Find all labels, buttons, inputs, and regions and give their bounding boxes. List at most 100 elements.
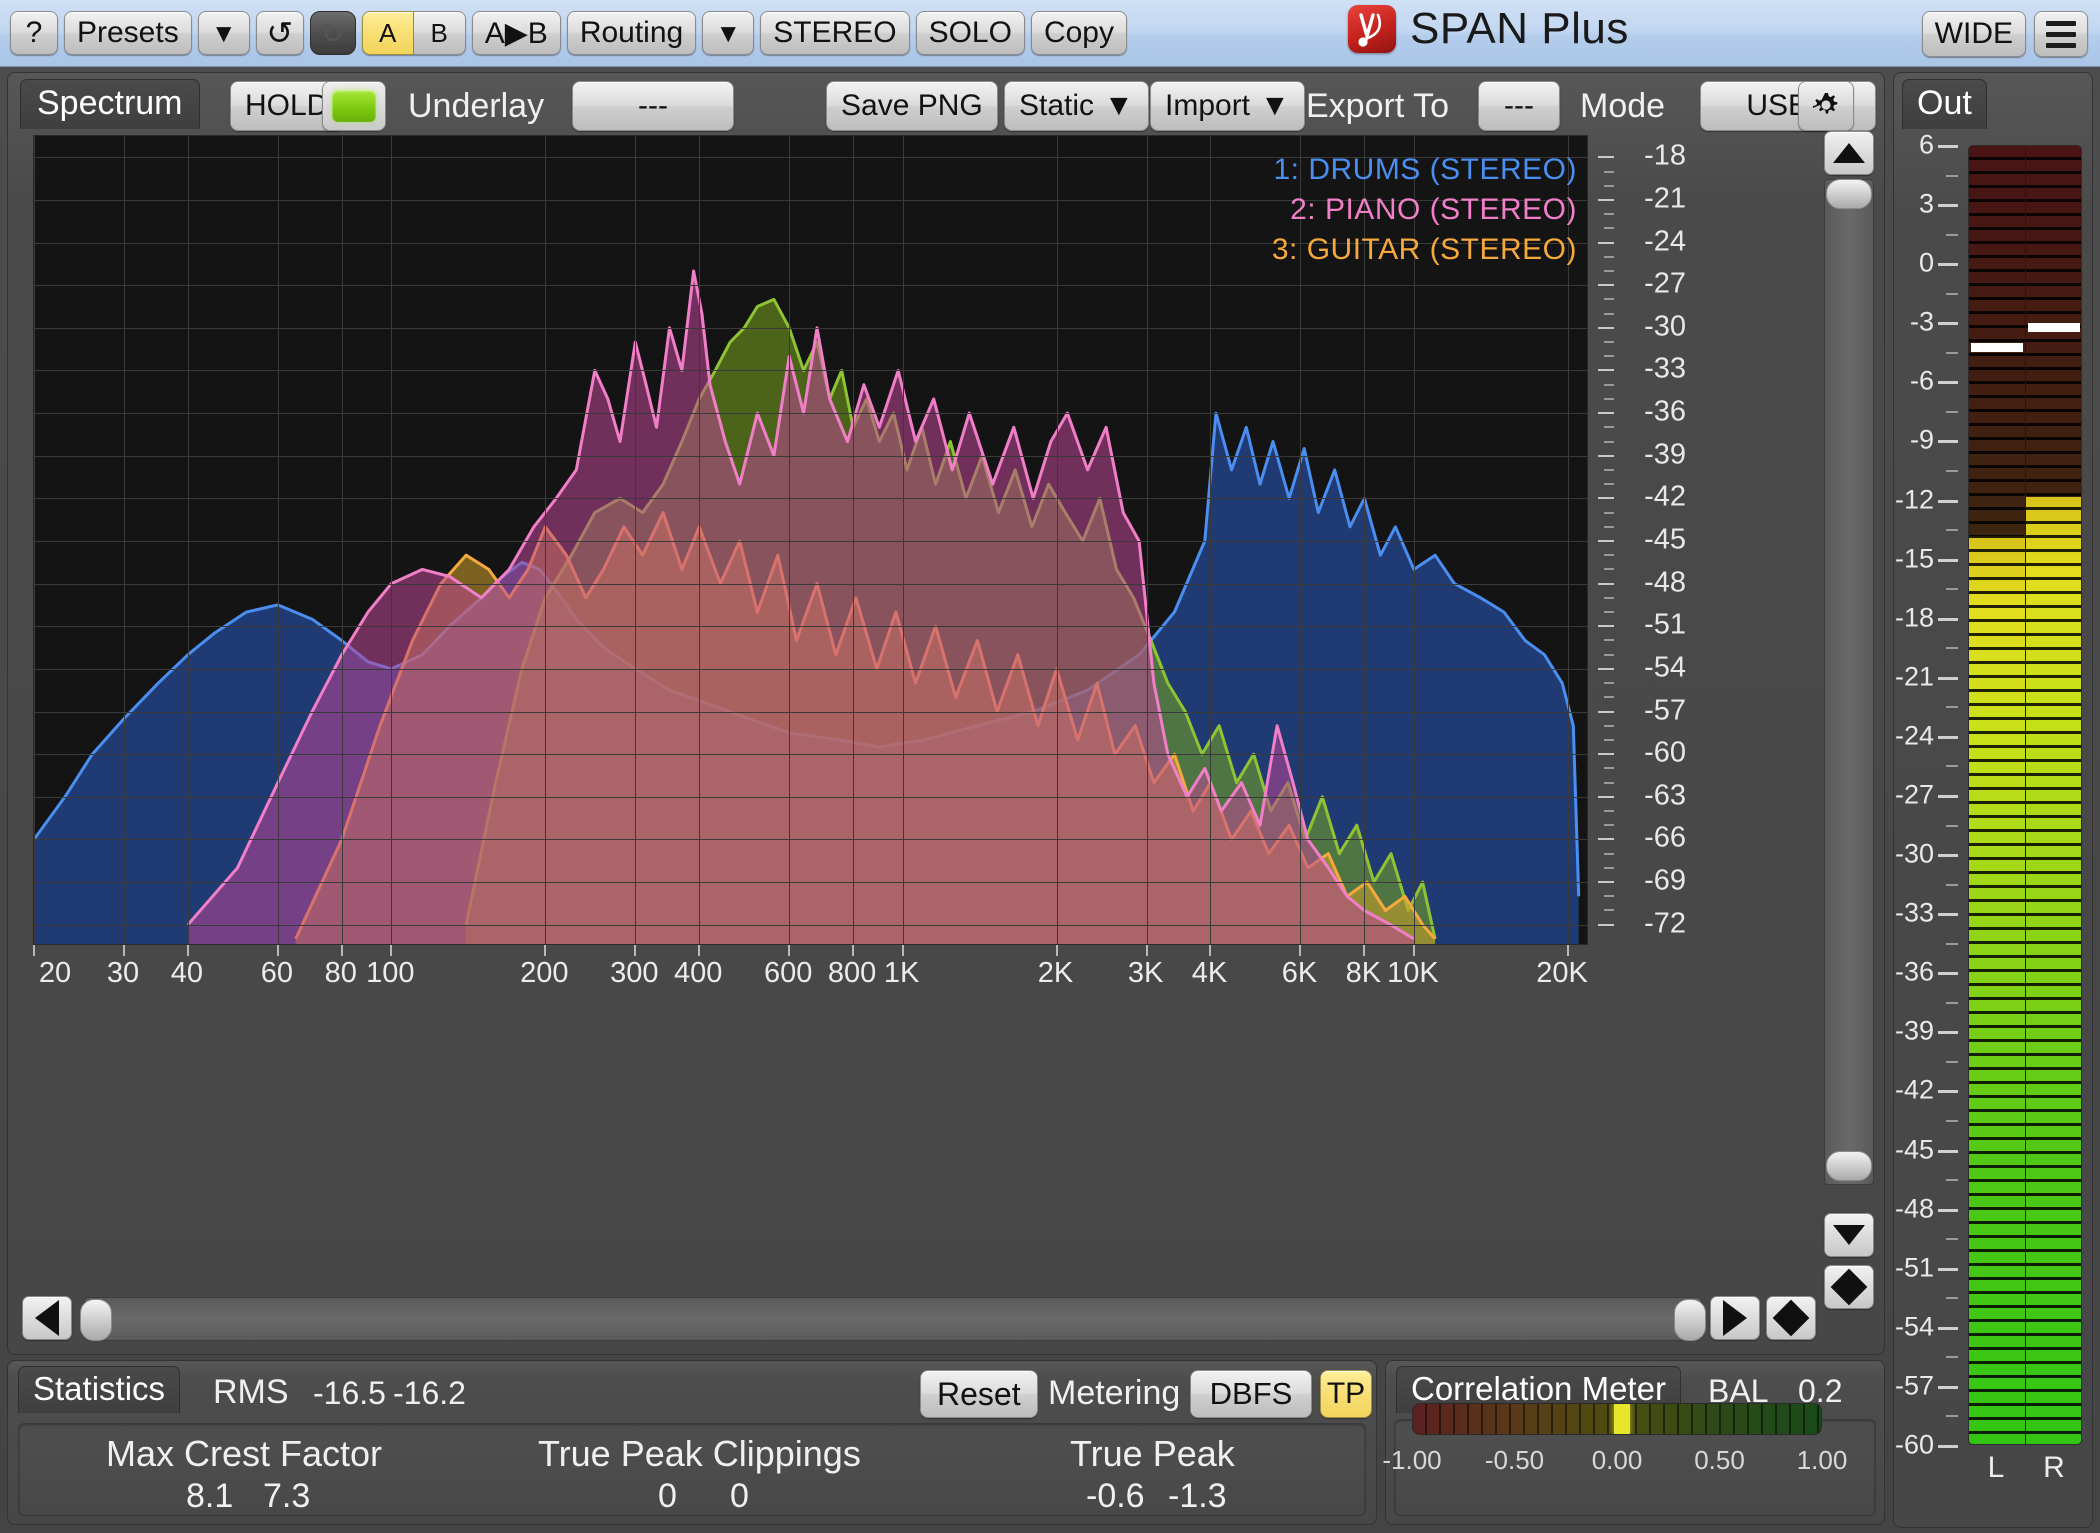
freq-tick bbox=[544, 945, 547, 956]
solo-button[interactable]: SOLO bbox=[915, 11, 1025, 55]
mode-label: Mode bbox=[1580, 87, 1666, 125]
gridline-vertical bbox=[789, 136, 791, 944]
freq-tick-label: 4K bbox=[1191, 957, 1228, 989]
save-png-button[interactable]: Save PNG bbox=[826, 81, 998, 131]
db-tick-label: -45 bbox=[1644, 523, 1686, 556]
presets-button[interactable]: Presets bbox=[64, 11, 192, 55]
help-button[interactable]: ? bbox=[10, 11, 58, 55]
freq-tick bbox=[1412, 945, 1415, 956]
legend-item-1: 1: DRUMS (STEREO) bbox=[1273, 153, 1577, 186]
export-to-select[interactable]: --- bbox=[1478, 81, 1560, 131]
reset-button[interactable]: Reset bbox=[920, 1370, 1038, 1418]
peak-hold-right bbox=[2028, 323, 2080, 333]
meter-tick-minor bbox=[1946, 824, 1958, 827]
undo-button[interactable]: ↺ bbox=[255, 11, 304, 55]
gridline-vertical bbox=[1210, 136, 1212, 944]
copy-button[interactable]: Copy bbox=[1030, 11, 1127, 55]
db-tick-minor bbox=[1604, 653, 1614, 656]
gridline-horizontal bbox=[34, 455, 1587, 457]
hscroll-thumb-left[interactable] bbox=[80, 1299, 112, 1341]
vertical-scrollbar[interactable] bbox=[1824, 131, 1874, 1313]
export-to-label: Export To bbox=[1306, 87, 1450, 125]
gridline-vertical bbox=[187, 136, 189, 944]
gridline-vertical bbox=[1056, 136, 1058, 944]
db-tick-minor bbox=[1604, 909, 1614, 912]
legend-item-2: 2: PIANO (STEREO) bbox=[1290, 192, 1577, 226]
db-tick-label: -21 bbox=[1644, 182, 1686, 215]
preset-a-button[interactable]: A bbox=[361, 11, 414, 55]
meter-tick-minor bbox=[1946, 706, 1958, 709]
hamburger-menu-icon[interactable] bbox=[2034, 11, 2088, 57]
db-tick bbox=[1598, 326, 1614, 329]
db-tick-minor bbox=[1604, 596, 1614, 599]
vscroll-thumb-top[interactable] bbox=[1826, 179, 1872, 209]
db-tick-label: -18 bbox=[1644, 139, 1686, 172]
legend-item-3: 3: GUITAR (STEREO) bbox=[1271, 232, 1577, 266]
tp-button[interactable]: TP bbox=[1320, 1370, 1372, 1418]
chevron-down-icon: ▼ bbox=[1104, 89, 1134, 122]
meter-tick-label: -48 bbox=[1894, 1193, 1934, 1224]
meter-tick-label: -18 bbox=[1894, 602, 1934, 633]
meter-tick-minor bbox=[1946, 1120, 1958, 1122]
meter-tick-minor bbox=[1946, 1297, 1958, 1300]
meter-tick-label: -24 bbox=[1894, 720, 1934, 751]
scroll-left-button[interactable] bbox=[22, 1296, 72, 1340]
stereo-button[interactable]: STEREO bbox=[760, 11, 910, 55]
horizontal-scrollbar[interactable] bbox=[22, 1294, 1872, 1346]
out-tab[interactable]: Out bbox=[1902, 79, 1987, 129]
meter-tick-minor bbox=[1946, 351, 1958, 354]
meter-tick-minor bbox=[1946, 883, 1958, 886]
presets-dropdown-arrow[interactable]: ▼ bbox=[197, 11, 250, 55]
routing-dropdown-arrow[interactable]: ▼ bbox=[702, 11, 755, 55]
scroll-up-button[interactable] bbox=[1824, 131, 1874, 175]
freq-tick bbox=[1299, 945, 1302, 956]
scroll-right-button[interactable] bbox=[1710, 1296, 1760, 1340]
static-dropdown[interactable]: Static ▼ bbox=[1004, 81, 1149, 131]
statistics-panel: Statistics RMS -16.5 -16.2 Reset Meterin… bbox=[7, 1360, 1377, 1525]
db-tick-minor bbox=[1604, 341, 1614, 344]
meter-channel-right bbox=[2026, 146, 2081, 1444]
gear-icon[interactable] bbox=[1798, 81, 1854, 131]
redo-button[interactable]: ↻ bbox=[309, 11, 356, 55]
meter-tick-label: -54 bbox=[1894, 1311, 1934, 1342]
db-tick-minor bbox=[1604, 227, 1614, 230]
copy-a-to-b-button[interactable]: A▶B bbox=[471, 11, 561, 55]
db-tick-minor bbox=[1604, 426, 1614, 429]
hscroll-track[interactable] bbox=[84, 1297, 1702, 1341]
meter-tick bbox=[1938, 676, 1958, 680]
vscroll-track[interactable] bbox=[1824, 179, 1874, 1185]
wide-button[interactable]: WIDE bbox=[1921, 11, 2026, 57]
hscroll-thumb-right[interactable] bbox=[1674, 1299, 1706, 1341]
import-dropdown[interactable]: Import ▼ bbox=[1150, 81, 1305, 131]
meter-tick bbox=[1938, 499, 1958, 503]
gridline-horizontal bbox=[34, 583, 1587, 585]
gridline-horizontal bbox=[34, 413, 1587, 415]
spectrum-chart[interactable]: 1: DRUMS (STEREO) 2: PIANO (STEREO) 3: GUI… bbox=[33, 135, 1588, 945]
gridline-vertical bbox=[699, 136, 701, 944]
db-tick-minor bbox=[1604, 170, 1614, 173]
freq-tick-label: 400 bbox=[673, 957, 723, 989]
freq-tick-label: 1K bbox=[883, 957, 920, 989]
routing-button[interactable]: Routing bbox=[566, 11, 697, 55]
spectrum-enable-lamp[interactable] bbox=[322, 81, 386, 131]
meter-channel-left bbox=[1969, 146, 2025, 1444]
meter-tick bbox=[1938, 1149, 1958, 1153]
db-tick-label: -63 bbox=[1644, 779, 1686, 812]
meter-tick bbox=[1938, 854, 1958, 858]
vscroll-thumb-bottom[interactable] bbox=[1826, 1151, 1872, 1181]
metering-label: Metering bbox=[1048, 1374, 1181, 1412]
titlebar-left-group: ? Presets ▼ ↺ ↻ A B A▶B Routing ▼ STEREO… bbox=[0, 11, 1127, 55]
statistics-tab[interactable]: Statistics bbox=[18, 1366, 181, 1413]
meter-tick-minor bbox=[1946, 529, 1958, 532]
dbfs-button[interactable]: DBFS bbox=[1190, 1370, 1312, 1418]
scroll-down-button[interactable] bbox=[1824, 1213, 1874, 1257]
rms-label: RMS bbox=[213, 1373, 289, 1411]
freq-tick bbox=[276, 945, 279, 956]
underlay-select[interactable]: --- bbox=[572, 81, 734, 131]
db-tick-minor bbox=[1604, 682, 1614, 685]
meter-tick-label: 0 bbox=[1918, 247, 1934, 278]
horizontal-reset-button[interactable] bbox=[1766, 1296, 1816, 1340]
meter-tick bbox=[1938, 263, 1958, 267]
preset-b-button[interactable]: B bbox=[413, 11, 466, 55]
meter-tick-label: -42 bbox=[1894, 1074, 1934, 1105]
